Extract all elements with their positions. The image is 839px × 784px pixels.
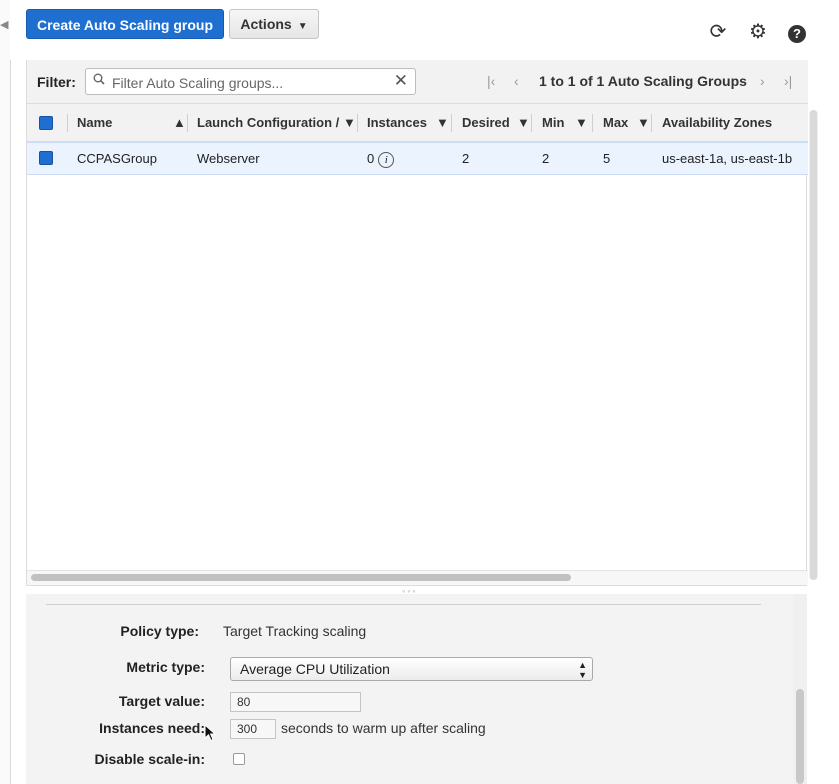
details-vertical-scrollbar[interactable]: [793, 594, 807, 784]
chevron-down-icon: ▼: [297, 21, 308, 32]
column-header-desired[interactable]: Desired: [462, 104, 510, 142]
select-all-checkbox[interactable]: [39, 116, 53, 130]
column-menu-icon[interactable]: ▼: [575, 104, 588, 142]
column-menu-icon[interactable]: ▼: [436, 104, 449, 142]
cell-instances: 0i: [367, 143, 395, 174]
select-arrows-icon: ▲ ▼: [578, 660, 587, 680]
column-separator: [357, 114, 358, 132]
actions-label: Actions: [240, 16, 292, 32]
column-separator: [531, 114, 532, 132]
horizontal-scrollbar[interactable]: [27, 570, 808, 585]
warmup-suffix-text: seconds to warm up after scaling: [281, 720, 486, 736]
cell-launch-configuration: Webserver: [197, 151, 260, 166]
left-navigation-rail: ◀: [0, 0, 11, 784]
instances-need-label: Instances need:: [99, 720, 205, 736]
actions-dropdown-button[interactable]: Actions ▼: [229, 9, 319, 39]
first-page-icon[interactable]: |‹: [487, 73, 495, 89]
warmup-seconds-input[interactable]: [230, 719, 276, 739]
column-header-name-label: Name: [77, 115, 113, 130]
clear-search-icon[interactable]: ✕: [394, 72, 408, 90]
table-vertical-scrollbar-thumb[interactable]: [810, 110, 817, 580]
column-separator: [451, 114, 452, 132]
column-header-instances[interactable]: Instances: [367, 104, 427, 142]
auto-scaling-groups-panel: Filter: ✕ |‹ ‹ 1 to 1 of 1 Auto Scaling …: [26, 60, 808, 586]
refresh-icon[interactable]: ⟳: [706, 20, 730, 44]
column-separator: [187, 114, 188, 132]
column-header-max[interactable]: Max: [603, 104, 628, 142]
column-header-launch-configuration[interactable]: Launch Configuration /: [197, 104, 339, 142]
cell-max: 5: [603, 151, 611, 166]
cell-desired: 2: [462, 151, 470, 166]
column-separator: [67, 114, 68, 132]
cell-min: 2: [542, 151, 550, 166]
search-icon: [93, 73, 105, 85]
table-header: Name ▲ Launch Configuration / ▼ Instance…: [27, 104, 808, 142]
instances-count: 0: [367, 151, 375, 166]
help-glyph: ?: [788, 25, 806, 43]
column-header-launch-label: Launch Configuration /: [197, 115, 340, 130]
next-page-icon[interactable]: ›: [760, 73, 765, 89]
column-header-min[interactable]: Min: [542, 104, 564, 142]
column-menu-icon[interactable]: ▼: [343, 104, 356, 142]
gear-icon[interactable]: ⚙: [746, 20, 770, 44]
divider: [46, 604, 761, 605]
last-page-icon[interactable]: ›|: [784, 73, 792, 89]
row-checkbox[interactable]: [39, 151, 53, 165]
policy-type-value: Target Tracking scaling: [223, 623, 367, 639]
metric-type-value: Average CPU Utilization: [240, 661, 390, 677]
metric-type-label: Metric type:: [126, 659, 205, 675]
toolbar: Create Auto Scaling group Actions ▼ ⟳ ⚙ ?: [10, 0, 839, 60]
search-box[interactable]: ✕: [85, 68, 416, 95]
column-menu-icon[interactable]: ▼: [637, 104, 650, 142]
collapse-arrow-icon[interactable]: ◀: [0, 18, 8, 31]
column-header-desired-label: Desired: [462, 115, 510, 130]
filter-label: Filter:: [37, 74, 76, 90]
create-auto-scaling-group-button[interactable]: Create Auto Scaling group: [26, 9, 224, 39]
column-separator: [651, 114, 652, 132]
column-header-zones-label: Availability Zones: [662, 115, 773, 130]
table-vertical-scrollbar[interactable]: [809, 110, 818, 580]
table-row[interactable]: CCPASGroup Webserver 0i 2 2 5 us-east-1a…: [27, 142, 808, 175]
target-value-label: Target value:: [118, 693, 205, 709]
column-header-availability-zones[interactable]: Availability Zones: [662, 104, 772, 142]
help-icon[interactable]: ?: [785, 20, 809, 44]
horizontal-scrollbar-thumb[interactable]: [31, 574, 571, 581]
mouse-cursor-icon: [204, 724, 217, 742]
filter-bar: Filter: ✕ |‹ ‹ 1 to 1 of 1 Auto Scaling …: [27, 60, 808, 104]
details-vertical-scrollbar-thumb[interactable]: [796, 689, 804, 784]
disable-scale-in-checkbox[interactable]: [233, 753, 245, 765]
metric-type-select[interactable]: Average CPU Utilization ▲ ▼: [230, 657, 593, 681]
cell-name: CCPASGroup: [77, 151, 157, 166]
disable-scale-in-label: Disable scale-in:: [94, 751, 206, 767]
cell-availability-zones: us-east-1a, us-east-1b: [662, 151, 793, 166]
column-header-min-label: Min: [542, 115, 565, 130]
pagination-text: 1 to 1 of 1 Auto Scaling Groups: [539, 73, 747, 89]
column-separator: [592, 114, 593, 132]
column-header-instances-label: Instances: [367, 115, 427, 130]
policy-type-label: Policy type:: [120, 623, 199, 639]
sort-ascending-icon[interactable]: ▲: [173, 104, 186, 142]
column-header-name[interactable]: Name: [77, 104, 112, 142]
column-header-max-label: Max: [603, 115, 629, 130]
info-icon[interactable]: i: [378, 151, 395, 168]
previous-page-icon[interactable]: ‹: [514, 73, 519, 89]
column-menu-icon[interactable]: ▼: [517, 104, 530, 142]
search-input[interactable]: [110, 71, 394, 94]
target-value-input[interactable]: [230, 692, 361, 712]
